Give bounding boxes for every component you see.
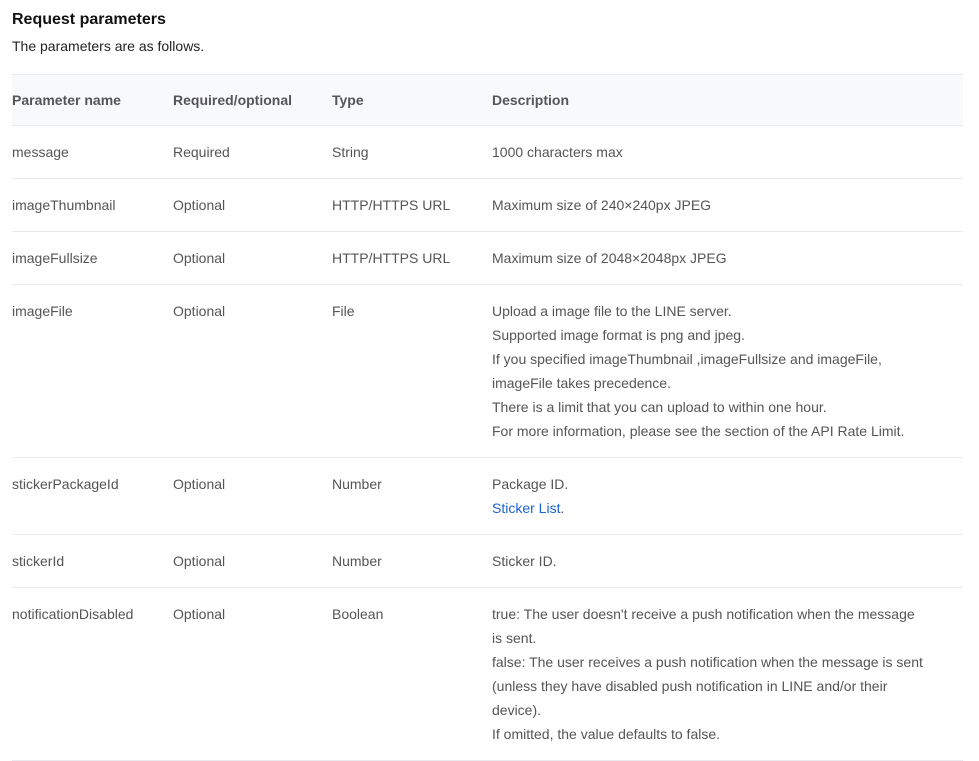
param-description: Package ID. Sticker List. [492,457,963,535]
param-name: notificationDisabled [12,587,173,761]
param-required: Required [173,125,332,179]
table-row: message Required String 1000 characters … [12,125,963,179]
param-name: message [12,125,173,179]
param-type: Number [332,534,492,588]
param-name: imageFile [12,284,173,458]
param-description: 1000 characters max [492,125,963,179]
param-name: imageThumbnail [12,178,173,232]
description-line: Sticker ID. [492,553,557,569]
param-required: Optional [173,587,332,761]
param-description: Upload a image file to the LINE server. … [492,284,963,458]
description-line: Supported image format is png and jpeg. [492,327,745,343]
param-required: Optional [173,534,332,588]
param-description: Maximum size of 240×240px JPEG [492,178,963,232]
param-name: imageFullsize [12,231,173,285]
section-title: Request parameters [12,11,166,28]
table-row: imageFullsize Optional HTTP/HTTPS URL Ma… [12,231,963,285]
description-line: Maximum size of 2048×2048px JPEG [492,250,727,266]
description-line: If omitted, the value defaults to false. [492,726,721,742]
table-row: imageThumbnail Optional HTTP/HTTPS URL M… [12,178,963,232]
header-parameter-name: Parameter name [12,74,173,126]
param-type: Number [332,457,492,535]
description-line: There is a limit that you can upload to … [492,399,827,415]
param-type: HTTP/HTTPS URL [332,231,492,285]
parameters-table: Parameter name Required/optional Type De… [12,74,963,761]
description-line: Maximum size of 240×240px JPEG [492,197,712,213]
param-type: HTTP/HTTPS URL [332,178,492,232]
link-suffix: . [560,500,565,516]
param-name: stickerPackageId [12,457,173,535]
param-type: Boolean [332,587,492,761]
description-line: false: The user receives a push notifica… [492,654,923,718]
table-row: notificationDisabled Optional Boolean tr… [12,587,963,761]
table-row: imageFile Optional File Upload a image f… [12,284,963,458]
description-link-line: Sticker List. [492,496,963,520]
param-type: File [332,284,492,458]
param-required: Optional [173,178,332,232]
description-line: 1000 characters max [492,144,623,160]
description-line: If you specified imageThumbnail ,imageFu… [492,351,882,391]
description-line: Package ID. [492,476,569,492]
description-line: true: The user doesn't receive a push no… [492,606,915,646]
header-type: Type [332,74,492,126]
param-description: true: The user doesn't receive a push no… [492,587,963,761]
param-description: Maximum size of 2048×2048px JPEG [492,231,963,285]
table-header-row: Parameter name Required/optional Type De… [12,74,963,126]
param-type: String [332,125,492,179]
header-required-optional: Required/optional [173,74,332,126]
param-required: Optional [173,457,332,535]
description-line: For more information, please see the sec… [492,423,905,439]
description-line: Upload a image file to the LINE server. [492,303,732,319]
table-row: stickerPackageId Optional Number Package… [12,457,963,535]
header-description: Description [492,74,963,126]
section-subtitle: The parameters are as follows. [12,38,205,54]
param-name: stickerId [12,534,173,588]
param-required: Optional [173,284,332,458]
table-row: stickerId Optional Number Sticker ID. [12,534,963,588]
param-required: Optional [173,231,332,285]
param-description: Sticker ID. [492,534,963,588]
sticker-list-link[interactable]: Sticker List [492,500,560,516]
